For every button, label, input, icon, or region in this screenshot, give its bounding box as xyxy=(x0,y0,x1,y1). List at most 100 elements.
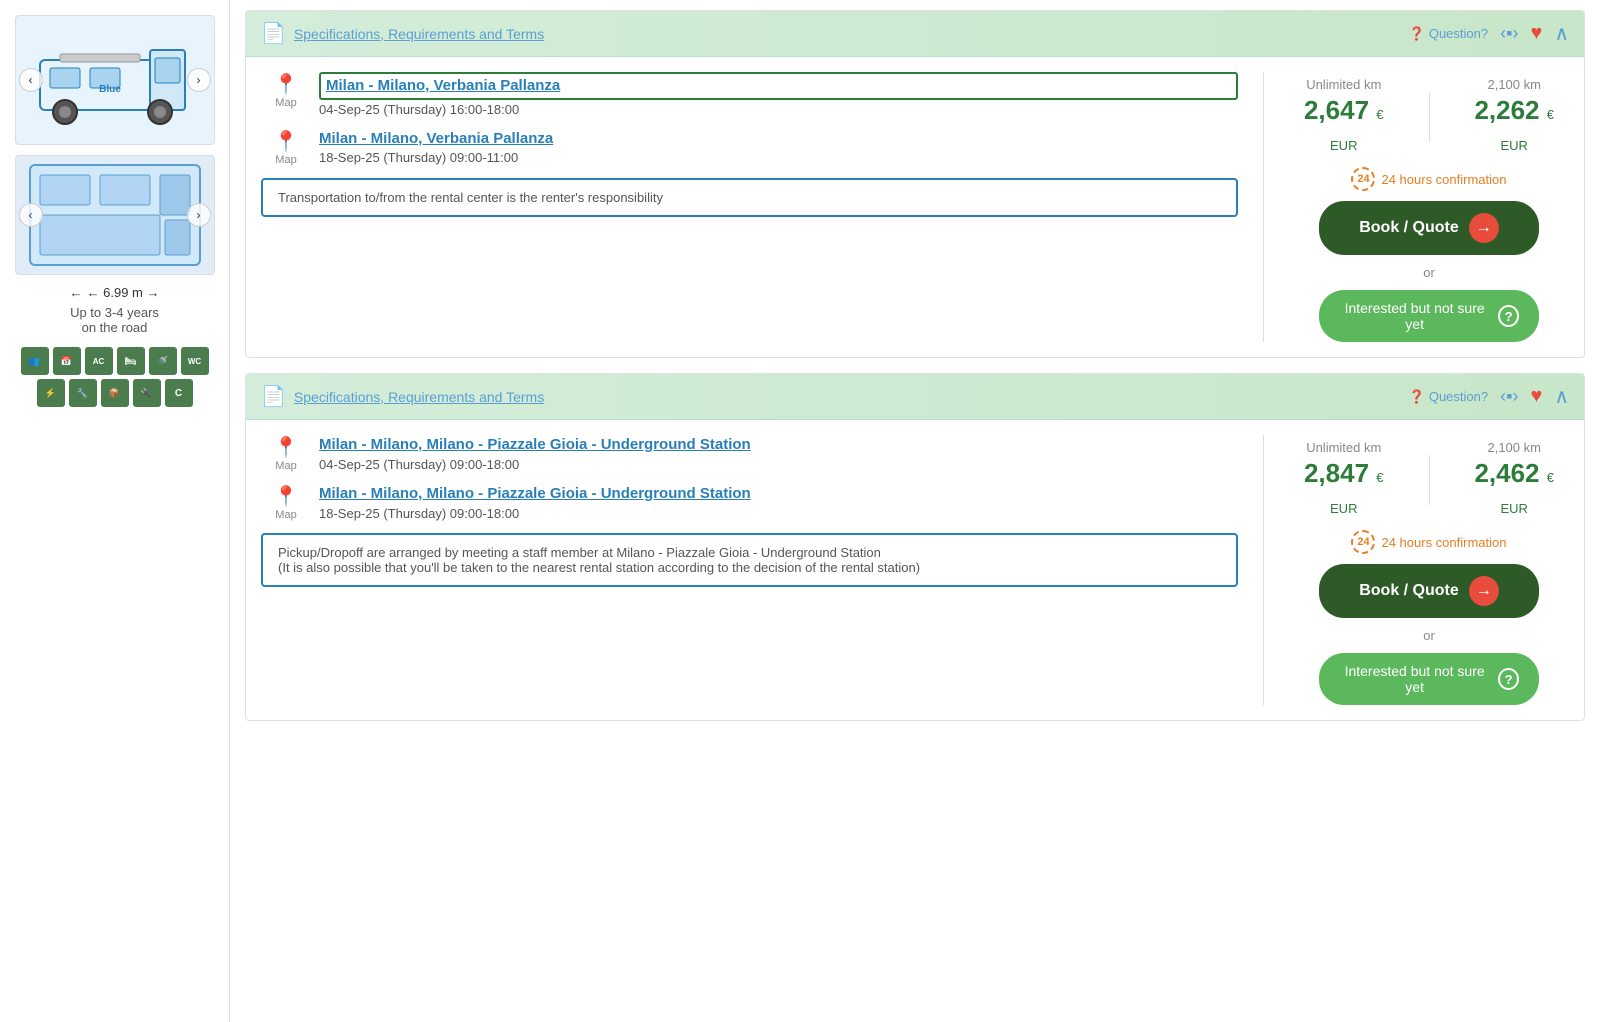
book-arrow-icon-1: → xyxy=(1469,213,1499,243)
pickup-row-1: 📍 Map Milan - Milano, Verbania Pallanza … xyxy=(261,72,1238,117)
share-icon-2[interactable]: ‹▪› xyxy=(1500,386,1518,407)
floorplan-image: ‹ › xyxy=(15,155,215,275)
chevron-up-icon-1[interactable]: ∧ xyxy=(1554,21,1569,46)
heart-icon-1[interactable]: ♥ xyxy=(1530,22,1542,45)
interested-button-1[interactable]: Interested but not sure yet ? xyxy=(1319,290,1539,342)
pickup-row-2: 📍 Map Milan - Milano, Milano - Piazzale … xyxy=(261,435,1238,472)
listing-header-2: 📄 Specifications, Requirements and Terms… xyxy=(246,374,1584,420)
confirmation-circle-2: 24 xyxy=(1351,530,1375,554)
listing-details-2: 📍 Map Milan - Milano, Milano - Piazzale … xyxy=(261,435,1238,705)
interested-question-icon-2: ? xyxy=(1498,668,1519,690)
dropoff-map-label-2[interactable]: Map xyxy=(275,509,296,521)
pickup-pin-icon-2: 📍 xyxy=(274,435,299,460)
listing-body-1: 📍 Map Milan - Milano, Verbania Pallanza … xyxy=(246,57,1584,357)
pickup-pin-icon-1: 📍 xyxy=(274,72,299,97)
floorplan-svg xyxy=(25,160,205,270)
dropoff-map-label-1[interactable]: Map xyxy=(275,154,296,166)
doc-icon-1: 📄 xyxy=(261,21,286,46)
limited-km-col-1: 2,100 km 2,262 € EUR xyxy=(1459,77,1569,157)
listing-header-right-2: ❓ Question? ‹▪› ♥ ∧ xyxy=(1409,384,1569,409)
chevron-up-icon-2[interactable]: ∧ xyxy=(1554,384,1569,409)
pickup-location-link-1[interactable]: Milan - Milano, Verbania Pallanza xyxy=(319,72,1238,100)
limited-km-col-2: 2,100 km 2,462 € EUR xyxy=(1459,440,1569,520)
question-label-1: Question? xyxy=(1429,26,1488,41)
interested-label-1: Interested but not sure yet xyxy=(1339,300,1490,332)
book-label-1: Book / Quote xyxy=(1359,219,1459,237)
book-button-1[interactable]: Book / Quote → xyxy=(1319,201,1539,255)
limited-km-label-1: 2,100 km xyxy=(1459,77,1569,92)
pickup-info-2: Milan - Milano, Milano - Piazzale Gioia … xyxy=(319,435,1238,472)
question-icon-2: ❓ xyxy=(1409,389,1425,405)
pickup-map-label-2[interactable]: Map xyxy=(275,460,296,472)
length-value: ← 6.99 m → xyxy=(87,285,160,300)
specs-link-1[interactable]: Specifications, Requirements and Terms xyxy=(294,26,544,42)
amenity-icons: 👥 📅 AC 🛏 🚿 WC ⚡ 🔧 📦 🔌 C xyxy=(15,347,214,407)
book-button-2[interactable]: Book / Quote → xyxy=(1319,564,1539,618)
limited-km-price-2: 2,462 € EUR xyxy=(1459,458,1569,520)
listing-header-right-1: ❓ Question? ‹▪› ♥ ∧ xyxy=(1409,21,1569,46)
dropoff-info-1: Milan - Milano, Verbania Pallanza 18-Sep… xyxy=(319,129,1238,166)
limited-km-label-2: 2,100 km xyxy=(1459,440,1569,455)
vehicle-image: ‹ Blue › xyxy=(15,15,215,145)
image-prev-button[interactable]: ‹ xyxy=(19,68,43,92)
question-link-1[interactable]: ❓ Question? xyxy=(1409,26,1488,42)
listing-header-1: 📄 Specifications, Requirements and Terms… xyxy=(246,11,1584,57)
unlimited-km-price-2: 2,847 € EUR xyxy=(1289,458,1399,520)
doc-icon-2: 📄 xyxy=(261,384,286,409)
listing-pricing-2: Unlimited km 2,847 € EUR 2,100 km 2,462 xyxy=(1289,435,1569,705)
sidebar: ‹ Blue › xyxy=(0,0,230,1022)
or-text-2: or xyxy=(1423,628,1435,643)
dropoff-datetime-1: 18-Sep-25 (Thursday) 09:00-11:00 xyxy=(319,150,1238,165)
limited-km-price-1: 2,262 € EUR xyxy=(1459,95,1569,157)
transport-note-1: Transportation to/from the rental center… xyxy=(261,178,1238,217)
amenity-icon-bed: 🛏 xyxy=(117,347,145,375)
dropoff-info-2: Milan - Milano, Milano - Piazzale Gioia … xyxy=(319,484,1238,521)
dropoff-row-2: 📍 Map Milan - Milano, Milano - Piazzale … xyxy=(261,484,1238,521)
specs-link-2[interactable]: Specifications, Requirements and Terms xyxy=(294,389,544,405)
pickup-datetime-2: 04-Sep-25 (Thursday) 09:00-18:00 xyxy=(319,457,1238,472)
length-arrow-left: ← xyxy=(70,285,83,300)
pickup-icon-col-1: 📍 Map xyxy=(261,72,311,109)
pickup-info-1: Milan - Milano, Verbania Pallanza 04-Sep… xyxy=(319,72,1238,117)
interested-label-2: Interested but not sure yet xyxy=(1339,663,1490,695)
dropoff-location-link-2[interactable]: Milan - Milano, Milano - Piazzale Gioia … xyxy=(319,484,1238,504)
dropoff-icon-col-2: 📍 Map xyxy=(261,484,311,521)
unlimited-km-label-2: Unlimited km xyxy=(1289,440,1399,455)
confirmation-label-1: 24 hours confirmation xyxy=(1381,172,1506,187)
amenity-icon-people: 👥 xyxy=(21,347,49,375)
dropoff-pin-icon-1: 📍 xyxy=(274,129,299,154)
vehicle-svg: Blue xyxy=(30,30,200,130)
amenity-icon-storage: 📦 xyxy=(101,379,129,407)
interested-button-2[interactable]: Interested but not sure yet ? xyxy=(1319,653,1539,705)
confirmation-badge-1: 24 24 hours confirmation xyxy=(1351,167,1506,191)
amenity-icon-tools: 🔧 xyxy=(69,379,97,407)
image-next-button[interactable]: › xyxy=(187,68,211,92)
floorplan-next-button[interactable]: › xyxy=(187,203,211,227)
floorplan-prev-button[interactable]: ‹ xyxy=(19,203,43,227)
dropoff-datetime-2: 18-Sep-25 (Thursday) 09:00-18:00 xyxy=(319,506,1238,521)
dropoff-pin-icon-2: 📍 xyxy=(274,484,299,509)
share-icon-1[interactable]: ‹▪› xyxy=(1500,23,1518,44)
main-content: 📄 Specifications, Requirements and Terms… xyxy=(230,0,1600,1022)
pickup-location-link-2[interactable]: Milan - Milano, Milano - Piazzale Gioia … xyxy=(319,435,1238,455)
amenity-icon-wc: WC xyxy=(181,347,209,375)
transport-note-2: Pickup/Dropoff are arranged by meeting a… xyxy=(261,533,1238,587)
listing-card-2: 📄 Specifications, Requirements and Terms… xyxy=(245,373,1585,721)
interested-question-icon-1: ? xyxy=(1498,305,1519,327)
unlimited-km-col-1: Unlimited km 2,647 € EUR xyxy=(1289,77,1399,157)
unlimited-km-label-1: Unlimited km xyxy=(1289,77,1399,92)
listing-pricing-1: Unlimited km 2,647 € EUR 2,100 km 2,262 xyxy=(1289,72,1569,342)
vehicle-age: Up to 3-4 yearson the road xyxy=(70,305,159,335)
unlimited-km-col-2: Unlimited km 2,847 € EUR xyxy=(1289,440,1399,520)
price-divider-1 xyxy=(1429,92,1430,142)
dropoff-location-link-1[interactable]: Milan - Milano, Verbania Pallanza xyxy=(319,129,1238,149)
question-icon-1: ❓ xyxy=(1409,26,1425,42)
heart-icon-2[interactable]: ♥ xyxy=(1530,385,1542,408)
body-divider-2 xyxy=(1263,435,1264,705)
pickup-icon-col-2: 📍 Map xyxy=(261,435,311,472)
price-divider-2 xyxy=(1429,455,1430,505)
question-link-2[interactable]: ❓ Question? xyxy=(1409,389,1488,405)
pickup-datetime-1: 04-Sep-25 (Thursday) 16:00-18:00 xyxy=(319,102,1238,117)
pickup-map-label-1[interactable]: Map xyxy=(275,97,296,109)
book-label-2: Book / Quote xyxy=(1359,582,1459,600)
